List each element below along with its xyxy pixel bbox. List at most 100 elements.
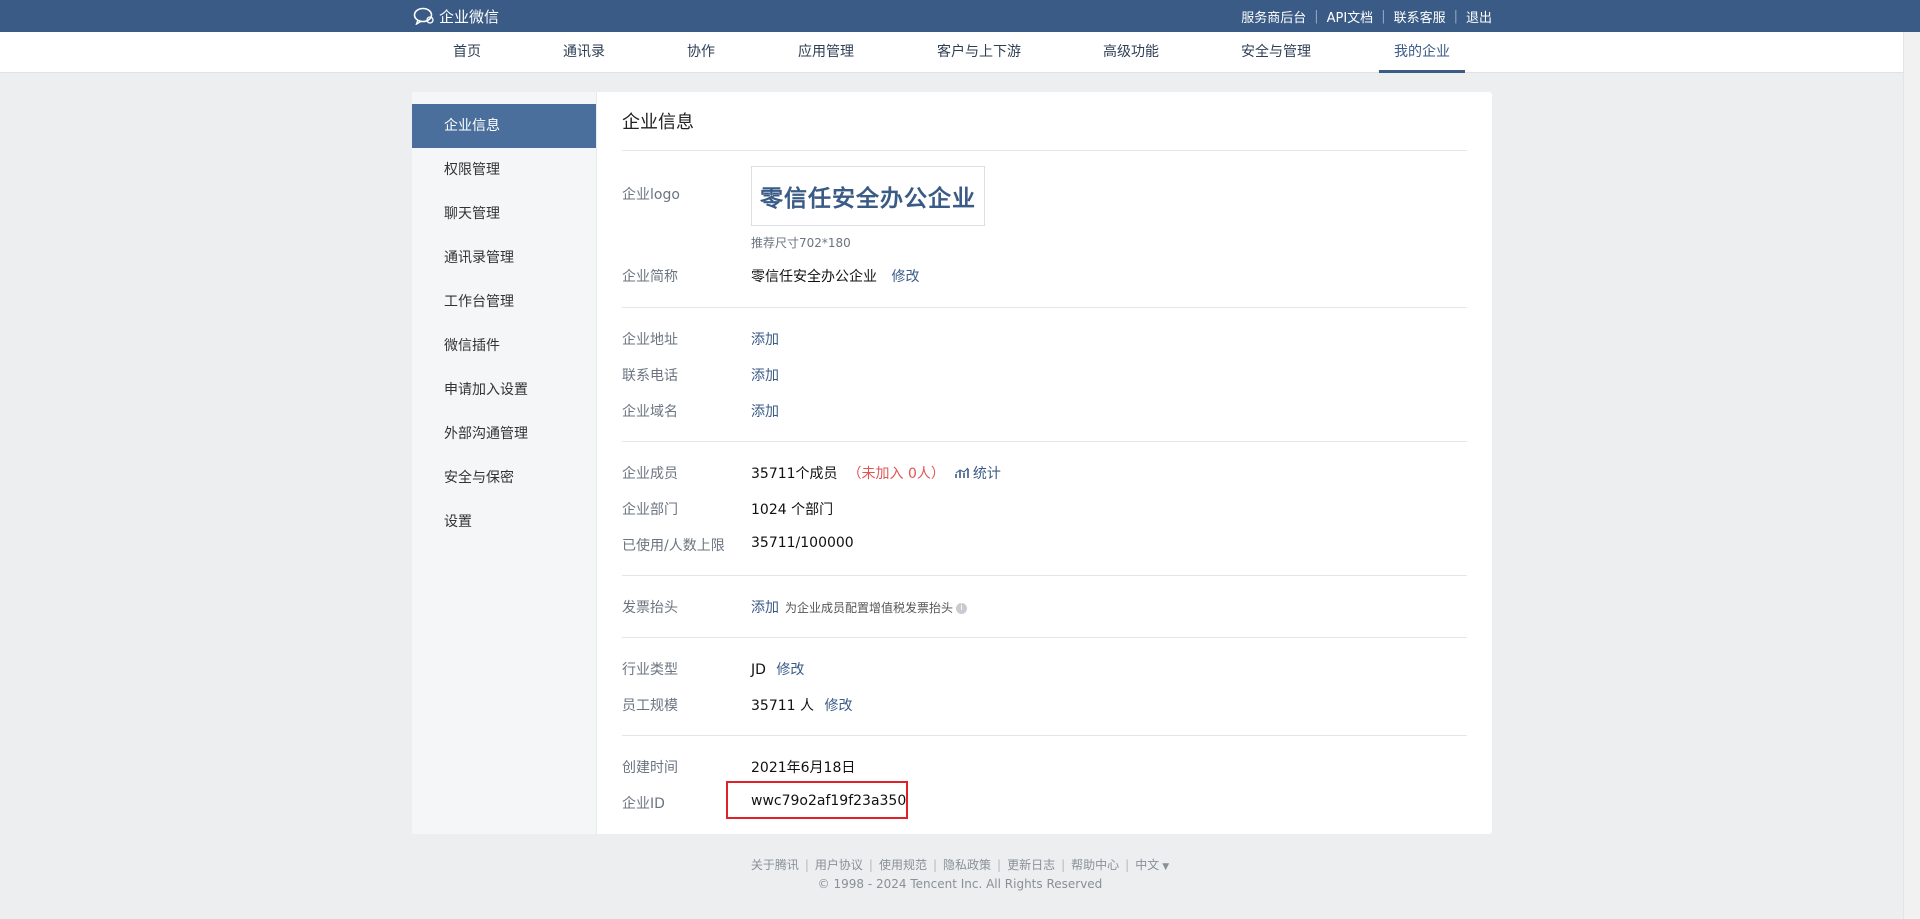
- main-card: 企业信息 权限管理 聊天管理 通讯录管理 工作台管理 微信插件 申请加入设置 外…: [412, 92, 1492, 834]
- top-links: 服务商后台 | API文档 | 联系客服 | 退出: [1241, 0, 1492, 32]
- logo-label: 企业logo: [622, 187, 680, 203]
- sidebar-item-external[interactable]: 外部沟通管理: [412, 412, 596, 456]
- sidebar-item-contacts[interactable]: 通讯录管理: [412, 236, 596, 280]
- contact-support-link[interactable]: 联系客服: [1394, 7, 1446, 26]
- top-bar: 企业微信 服务商后台 | API文档 | 联系客服 | 退出: [0, 0, 1920, 32]
- usage-label: 已使用/人数上限: [622, 538, 725, 554]
- api-docs-link[interactable]: API文档: [1327, 7, 1374, 26]
- members-row: 35711个成员 （未加入 0人） 统计: [751, 463, 1001, 483]
- add-invoice-button[interactable]: 添加: [751, 600, 779, 616]
- footer-about[interactable]: 关于腾讯: [751, 858, 799, 872]
- stats-button[interactable]: 统计: [955, 466, 1001, 482]
- logo-text: 零信任安全办公企业: [760, 186, 976, 212]
- divider: [622, 575, 1467, 576]
- sidebar-item-join-settings[interactable]: 申请加入设置: [412, 368, 596, 412]
- edit-size-button[interactable]: 修改: [824, 698, 852, 714]
- domain-label: 企业域名: [622, 404, 678, 420]
- departments-label: 企业部门: [622, 502, 678, 518]
- created-value: 2021年6月18日: [751, 760, 856, 776]
- divider: [622, 735, 1467, 736]
- sidebar-item-enterprise-info[interactable]: 企业信息: [412, 104, 596, 148]
- invoice-hint: 为企业成员配置增值税发票抬头: [785, 601, 954, 615]
- nav-collaboration[interactable]: 协作: [687, 32, 715, 72]
- nav-security[interactable]: 安全与管理: [1241, 32, 1311, 72]
- industry-row: JD 修改: [751, 659, 804, 679]
- page-scrollbar[interactable]: [1903, 32, 1920, 919]
- members-value: 35711个成员: [751, 466, 838, 482]
- footer-user-agreement[interactable]: 用户协议: [815, 858, 863, 872]
- divider: |: [1125, 858, 1130, 872]
- footer-help[interactable]: 帮助中心: [1071, 858, 1119, 872]
- created-label: 创建时间: [622, 760, 678, 776]
- copyright: © 1998 - 2024 Tencent Inc. All Rights Re…: [817, 877, 1103, 891]
- nav-my-enterprise[interactable]: 我的企业: [1379, 32, 1465, 73]
- add-phone-button[interactable]: 添加: [751, 365, 779, 385]
- sidebar-item-security[interactable]: 安全与保密: [412, 456, 596, 500]
- logout-link[interactable]: 退出: [1466, 7, 1492, 26]
- short-name-row: 零信任安全办公企业 修改: [751, 266, 919, 286]
- nav-advanced[interactable]: 高级功能: [1103, 32, 1159, 72]
- divider: [622, 307, 1467, 308]
- brand-name: 企业微信: [439, 7, 500, 26]
- phone-label: 联系电话: [622, 368, 678, 384]
- divider: |: [1453, 8, 1458, 24]
- wecom-logo-icon: [413, 7, 434, 25]
- enterprise-logo[interactable]: 零信任安全办公企业: [751, 166, 985, 226]
- bar-chart-icon: [955, 467, 969, 478]
- sidebar-item-workbench[interactable]: 工作台管理: [412, 280, 596, 324]
- nav-contacts[interactable]: 通讯录: [563, 32, 605, 72]
- footer-links: 关于腾讯 | 用户协议 | 使用规范 | 隐私政策 | 更新日志 | 帮助中心 | 中文 ▼: [0, 856, 1920, 873]
- industry-label: 行业类型: [622, 662, 678, 678]
- short-name-label: 企业简称: [622, 269, 678, 285]
- edit-short-name-button[interactable]: 修改: [891, 269, 919, 285]
- caret-down-icon: ▼: [1162, 862, 1170, 872]
- sidebar-item-permissions[interactable]: 权限管理: [412, 148, 596, 192]
- size-label: 员工规模: [622, 698, 678, 714]
- invoice-label: 发票抬头: [622, 600, 678, 616]
- nav-app-management[interactable]: 应用管理: [798, 32, 854, 72]
- add-address-button[interactable]: 添加: [751, 329, 779, 349]
- nav-customers[interactable]: 客户与上下游: [937, 32, 1021, 72]
- brand[interactable]: 企业微信: [413, 0, 499, 32]
- divider: [622, 637, 1467, 638]
- footer-changelog[interactable]: 更新日志: [1007, 858, 1055, 872]
- usage-value: 35711/100000: [751, 535, 854, 551]
- divider: |: [1381, 8, 1386, 24]
- corp-id-label: 企业ID: [622, 796, 665, 812]
- main-nav: 首页 通讯录 协作 应用管理 客户与上下游 高级功能 安全与管理 我的企业: [0, 32, 1920, 73]
- industry-value: JD: [751, 662, 766, 678]
- short-name-value: 零信任安全办公企业: [751, 269, 877, 285]
- divider: |: [1061, 858, 1066, 872]
- language-label: 中文: [1135, 858, 1160, 872]
- sidebar-item-settings[interactable]: 设置: [412, 500, 596, 544]
- divider: |: [997, 858, 1002, 872]
- stats-label: 统计: [972, 466, 1001, 482]
- divider: [622, 441, 1467, 442]
- size-row: 35711 人 修改: [751, 695, 852, 715]
- sidebar-item-wechat-plugin[interactable]: 微信插件: [412, 324, 596, 368]
- content-area: 企业信息 企业logo 零信任安全办公企业 推荐尺寸702*180 企业简称 零…: [622, 92, 1467, 834]
- divider: [622, 150, 1467, 151]
- language-select[interactable]: 中文 ▼: [1135, 858, 1169, 872]
- divider: |: [868, 858, 873, 872]
- page-title: 企业信息: [622, 112, 694, 133]
- nav-home[interactable]: 首页: [453, 32, 481, 72]
- divider: |: [932, 858, 938, 872]
- size-value: 35711 人: [751, 698, 814, 714]
- sidebar: 企业信息 权限管理 聊天管理 通讯录管理 工作台管理 微信插件 申请加入设置 外…: [412, 92, 597, 834]
- provider-backend-link[interactable]: 服务商后台: [1241, 7, 1306, 26]
- info-icon[interactable]: i: [956, 602, 968, 614]
- footer-usage-rules[interactable]: 使用规范: [879, 858, 927, 872]
- footer-privacy[interactable]: 隐私政策: [943, 858, 991, 872]
- sidebar-item-chat[interactable]: 聊天管理: [412, 192, 596, 236]
- pending-members: （未加入 0人）: [847, 466, 945, 482]
- logo-size-hint: 推荐尺寸702*180: [751, 236, 851, 250]
- invoice-row: 添加 为企业成员配置增值税发票抬头 i: [751, 597, 968, 617]
- divider: |: [1314, 8, 1319, 24]
- members-label: 企业成员: [622, 466, 678, 482]
- edit-industry-button[interactable]: 修改: [776, 662, 804, 678]
- address-label: 企业地址: [622, 332, 678, 348]
- add-domain-button[interactable]: 添加: [751, 401, 779, 421]
- corp-id-highlight: [726, 781, 908, 819]
- divider: |: [804, 858, 809, 872]
